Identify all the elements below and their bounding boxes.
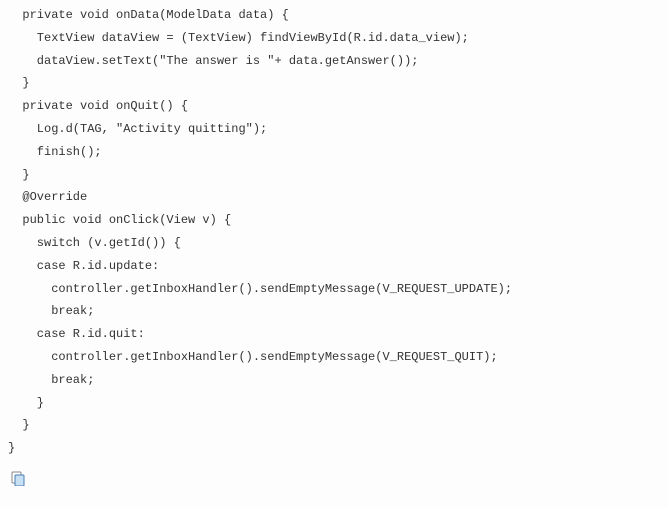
code-line: Log.d(TAG, "Activity quitting"); [8,118,660,141]
code-line: break; [8,369,660,392]
code-line: dataView.setText("The answer is "+ data.… [8,50,660,73]
code-line: private void onQuit() { [8,95,660,118]
code-line: @Override [8,186,660,209]
code-line: finish(); [8,141,660,164]
copy-icon[interactable] [10,470,26,486]
code-line: break; [8,300,660,323]
code-line: } [8,392,660,415]
code-line: TextView dataView = (TextView) findViewB… [8,27,660,50]
code-line: } [8,164,660,187]
code-line: } [8,437,660,460]
code-block: private void onData(ModelData data) { Te… [8,4,660,460]
code-line: } [8,72,660,95]
code-line: controller.getInboxHandler().sendEmptyMe… [8,278,660,301]
code-line: controller.getInboxHandler().sendEmptyMe… [8,346,660,369]
code-line: case R.id.update: [8,255,660,278]
code-line: case R.id.quit: [8,323,660,346]
code-line: public void onClick(View v) { [8,209,660,232]
code-line: switch (v.getId()) { [8,232,660,255]
code-line: } [8,414,660,437]
code-line: private void onData(ModelData data) { [8,4,660,27]
